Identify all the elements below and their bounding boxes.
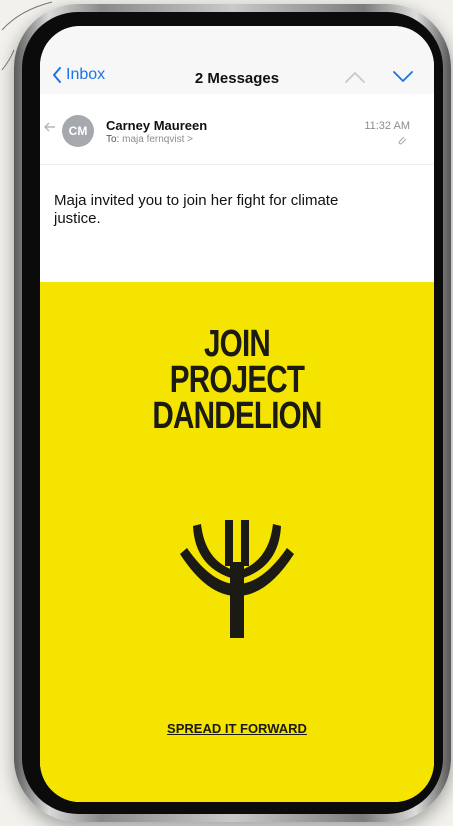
- chevron-up-icon[interactable]: [344, 70, 366, 84]
- promo-headline: JOIN PROJECT DANDELION: [40, 323, 434, 437]
- chevron-down-icon[interactable]: [392, 70, 414, 84]
- email-header: CM Carney Maureen To: maja fernqvist > 1…: [40, 106, 434, 165]
- dandelion-logo-icon: [180, 520, 294, 638]
- recipient-name: maja fernqvist >: [122, 134, 193, 145]
- sender-name[interactable]: Carney Maureen: [106, 118, 207, 133]
- headline-line-2: PROJECT: [169, 359, 305, 401]
- reply-icon: [44, 122, 55, 132]
- mail-nav-bar: Inbox 2 Messages: [40, 26, 434, 94]
- recipient-line[interactable]: To: maja fernqvist >: [106, 134, 193, 145]
- phone-screen: Inbox 2 Messages CM Carney Maureen To: m…: [40, 26, 434, 802]
- email-timestamp: 11:32 AM: [364, 120, 410, 132]
- email-body-text: Maja invited you to join her fight for c…: [54, 192, 339, 227]
- headline-line-1: JOIN: [203, 323, 271, 365]
- headline-line-3: DANDELION: [152, 395, 322, 437]
- to-label: To:: [106, 134, 120, 145]
- promo-panel: JOIN PROJECT DANDELION SPREAD IT FORWARD: [40, 282, 434, 802]
- sender-avatar[interactable]: CM: [62, 115, 94, 147]
- message-count-title: 2 Messages: [194, 70, 280, 87]
- spread-it-forward-link[interactable]: SPREAD IT FORWARD: [40, 721, 434, 736]
- attachment-icon: [398, 136, 407, 145]
